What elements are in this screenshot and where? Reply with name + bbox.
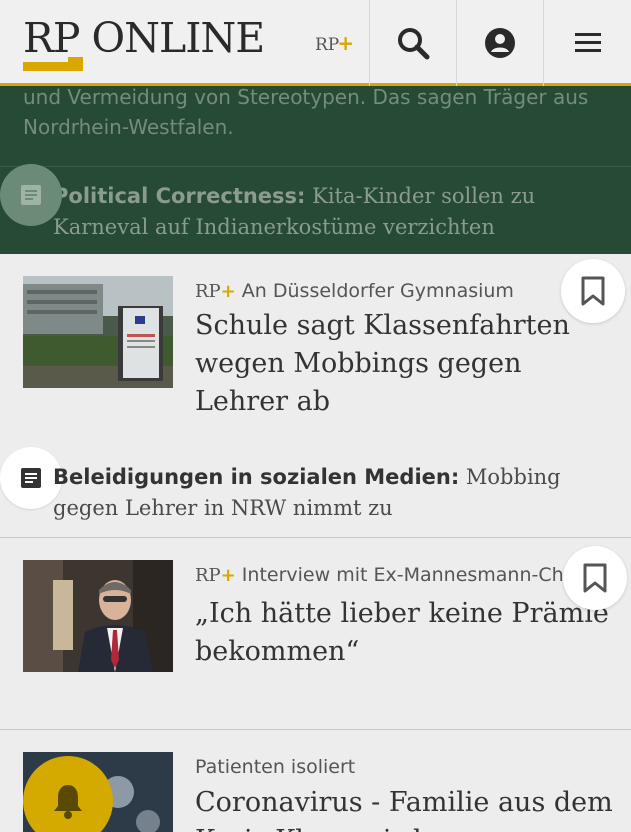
portrait-photo [23, 560, 173, 672]
bookmark-button[interactable] [561, 259, 625, 323]
rpplus-badge: RP+ [195, 281, 236, 302]
article-kicker-text: An Düsseldorfer Gymnasium [235, 280, 514, 302]
menu-icon [574, 33, 601, 52]
related-kicker: Beleidigungen in sozialen Medien: [53, 465, 460, 489]
article-kicker-text: Patienten isoliert [195, 756, 356, 778]
teaser-continuation-text: und Vermeidung von Stereotypen. Das sage… [23, 85, 589, 139]
article-body: Patienten isoliert Coronavirus - Familie… [195, 752, 615, 832]
article-kicker: RP+ An Düsseldorfer Gymnasium [195, 276, 615, 307]
rpplus-button[interactable]: RP+ [300, 0, 370, 86]
search-button[interactable] [370, 0, 457, 86]
rpplus-plus: + [220, 565, 236, 586]
menu-button[interactable] [544, 0, 631, 86]
rpplus-badge: RP+ [195, 565, 236, 586]
rpplus-label: RP [195, 281, 221, 302]
bookmark-icon [583, 563, 607, 593]
logo-accent-bar [23, 57, 83, 71]
bell-icon [54, 785, 82, 819]
document-icon [21, 468, 41, 488]
site-logo[interactable]: RP ONLINE [0, 0, 300, 86]
article-card[interactable]: RP+ Interview mit Ex-Mannesmann-Chef „Ic… [0, 538, 631, 730]
related-article-link[interactable]: Beleidigungen in sozialen Medien: Mobbin… [53, 462, 613, 524]
article-title[interactable]: Coronavirus - Familie aus dem Kreis Klev… [195, 784, 615, 832]
teaser-related-text: Political Correctness: Kita-Kinder solle… [53, 181, 618, 243]
article-kicker: RP+ Interview mit Ex-Mannesmann-Chef [195, 560, 615, 591]
account-button[interactable] [457, 0, 544, 86]
search-icon [398, 28, 430, 60]
site-header: RP ONLINE RP+ [0, 0, 631, 86]
article-thumbnail[interactable] [23, 560, 173, 672]
bookmark-button[interactable] [563, 546, 627, 610]
document-icon [21, 185, 41, 205]
article-type-badge [0, 164, 62, 226]
article-kicker-text: Interview mit Ex-Mannesmann-Chef [235, 564, 583, 586]
article-title[interactable]: „Ich hätte lieber keine Prämie bekommen“ [195, 595, 615, 671]
rpplus-label: RP [314, 35, 340, 55]
article-body: RP+ Interview mit Ex-Mannesmann-Chef „Ic… [195, 560, 615, 671]
teaser-related-link[interactable]: Political Correctness: Kita-Kinder solle… [0, 166, 631, 254]
article-body: RP+ An Düsseldorfer Gymnasium Schule sag… [195, 276, 615, 421]
rpplus-plus: + [337, 31, 354, 55]
article-title[interactable]: Schule sagt Klassenfahrten wegen Mobbing… [195, 307, 615, 421]
logo-text: RP ONLINE [23, 14, 265, 62]
article-thumbnail[interactable] [23, 276, 173, 388]
teaser-related-kicker: Political Correctness: [53, 184, 306, 208]
school-photo [23, 276, 173, 388]
rpplus-logo: RP+ [315, 31, 354, 55]
rpplus-label: RP [195, 565, 221, 586]
teaser-text-block[interactable]: und Vermeidung von Stereotypen. Das sage… [0, 85, 631, 166]
account-icon [485, 28, 515, 58]
rpplus-plus: + [220, 281, 236, 302]
bookmark-icon [581, 276, 605, 306]
